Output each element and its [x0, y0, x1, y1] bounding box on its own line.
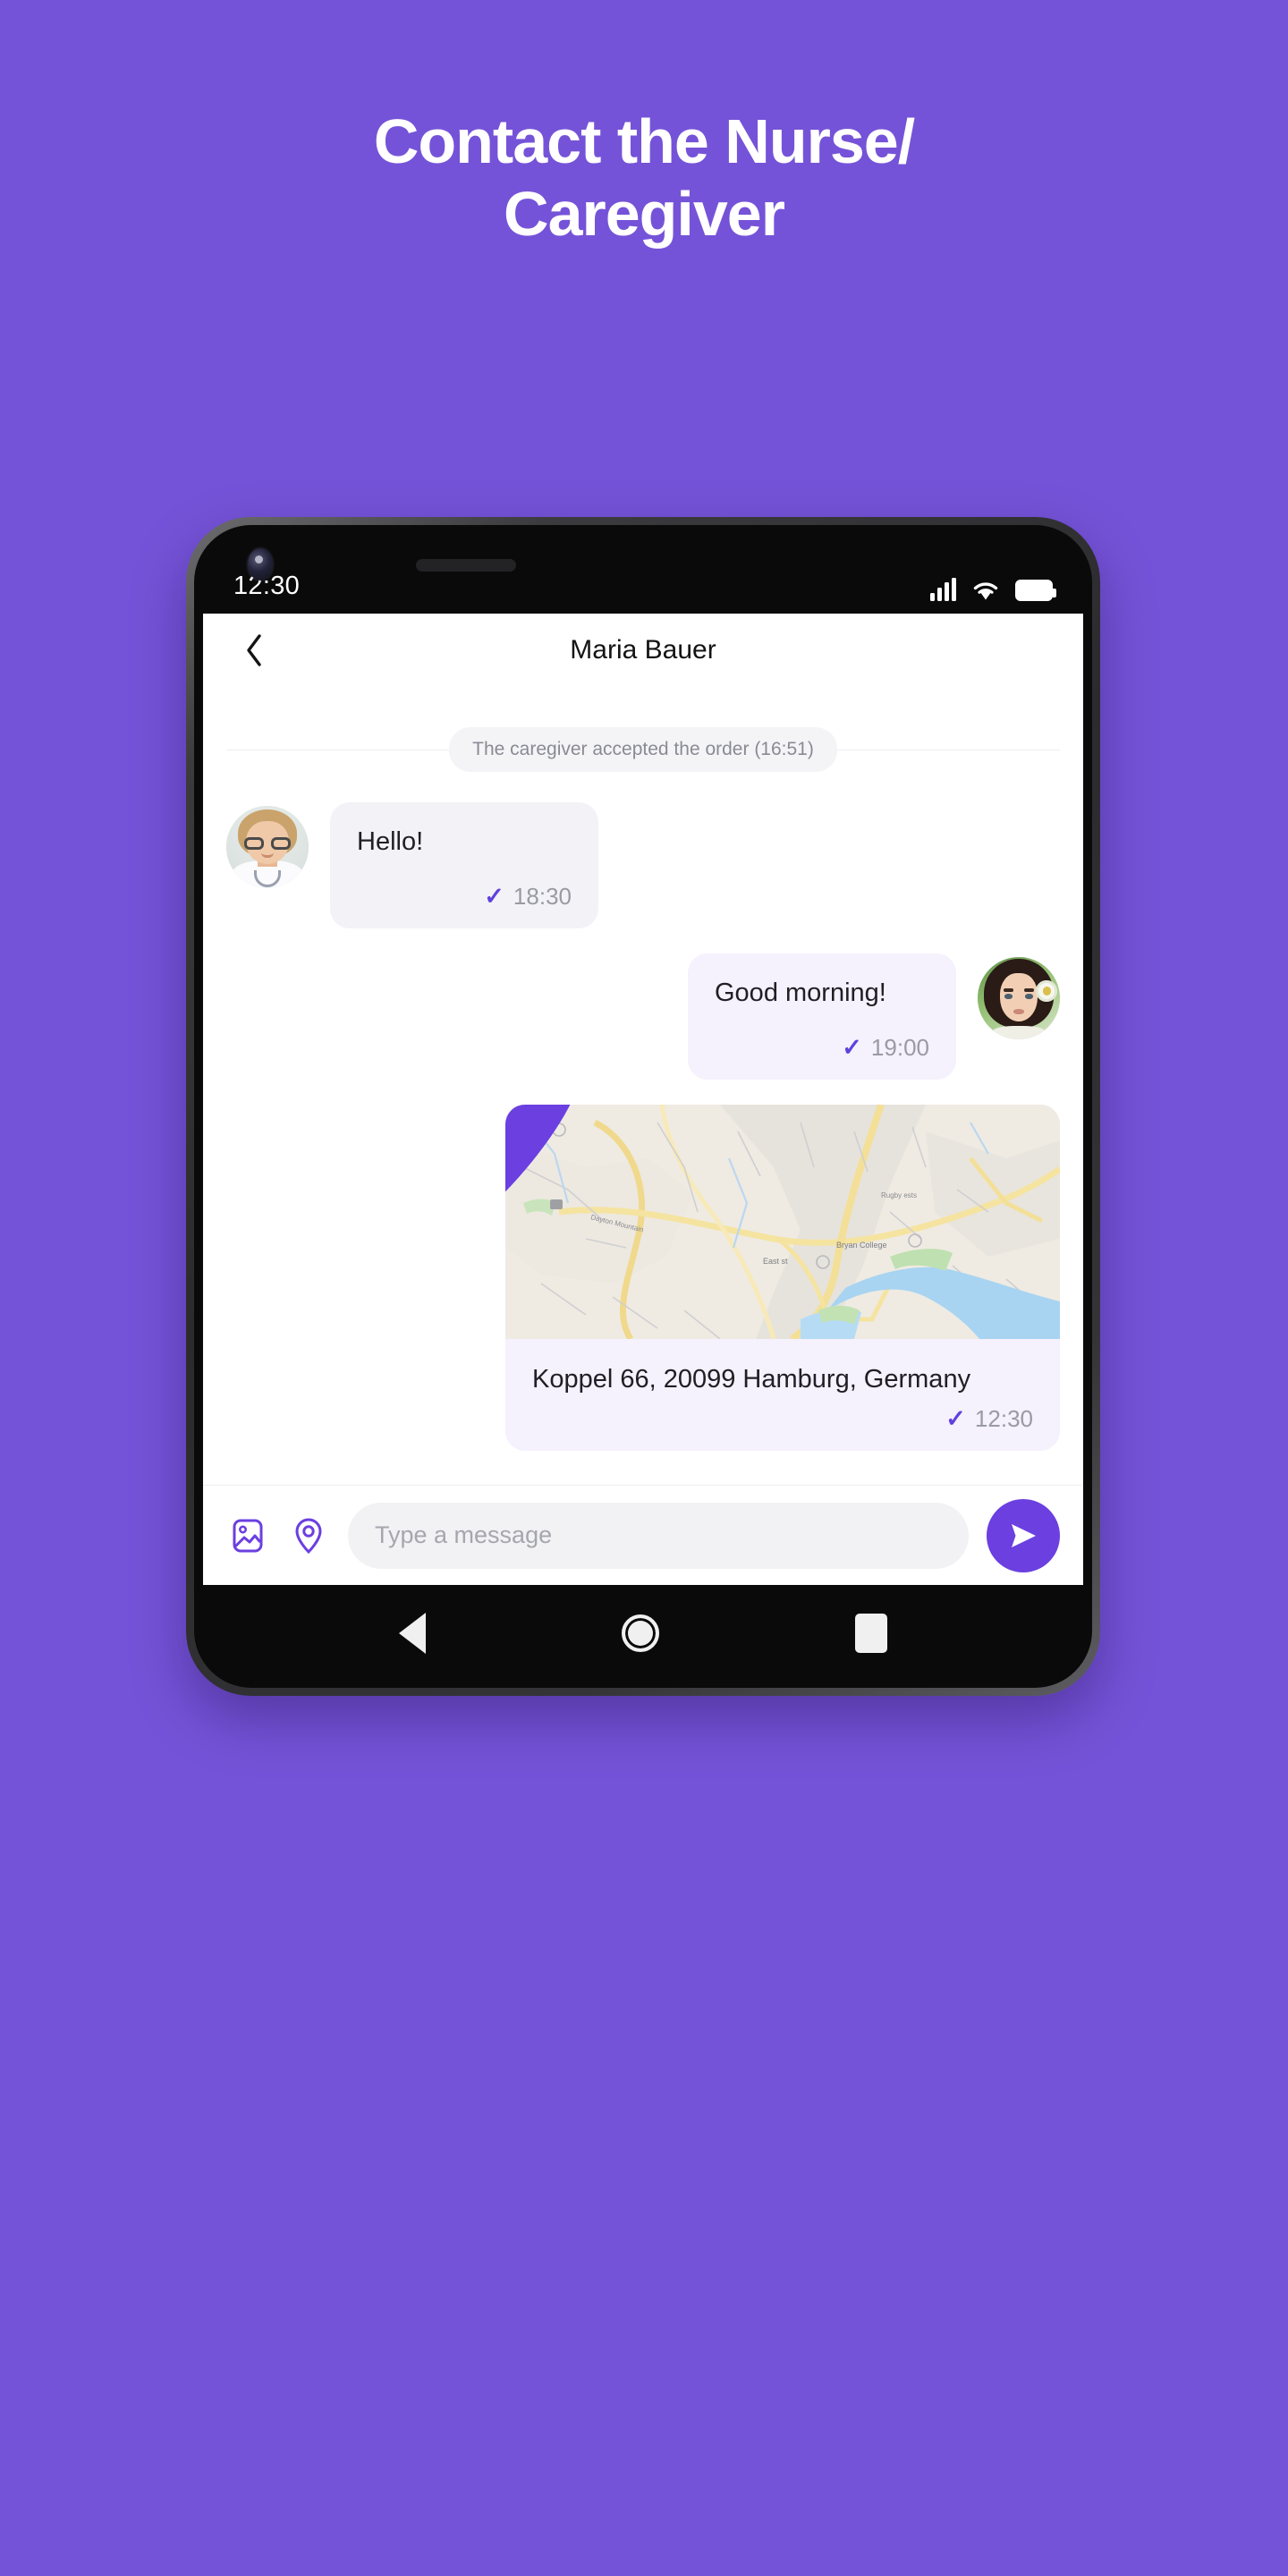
chat-message-list[interactable]: The caregiver accepted the order (16:51) — [203, 687, 1083, 1485]
page-title-line-1: Contact the Nurse/ — [373, 106, 915, 176]
image-attachment-icon — [233, 1519, 263, 1552]
app-header: Maria Bauer — [203, 614, 1083, 687]
message-input[interactable] — [348, 1502, 969, 1569]
map-thumbnail[interactable]: Bryan College East st Rugby ests Dayton … — [505, 1104, 1060, 1339]
location-pin-icon — [295, 1517, 322, 1554]
android-recents-button[interactable] — [854, 1614, 887, 1653]
send-icon — [1012, 1523, 1036, 1547]
message-meta: ✓ 12:30 — [532, 1405, 1033, 1433]
image-attachment-button[interactable] — [226, 1514, 269, 1557]
location-card-body: Koppel 66, 20099 Hamburg, Germany ✓ 12:3… — [505, 1339, 1060, 1451]
system-message-pill: The caregiver accepted the order (16:51) — [449, 727, 837, 773]
svg-text:Rugby ests: Rugby ests — [881, 1191, 917, 1199]
message-bubble[interactable]: Hello! ✓ 18:30 — [330, 802, 598, 929]
battery-full-icon — [1015, 580, 1056, 601]
page-title: Contact the Nurse/ Caregiver — [0, 106, 1288, 250]
status-bar-icons — [930, 578, 1056, 601]
nurse-avatar[interactable] — [226, 806, 309, 889]
status-bar: 12:30 — [203, 531, 1083, 614]
check-icon: ✓ — [484, 883, 504, 911]
location-attachment-button[interactable] — [287, 1514, 330, 1557]
phone-bezel: 12:30 Maria Bauer The caregiver accepted… — [194, 525, 1092, 1688]
system-message-row: The caregiver accepted the order (16:51) — [226, 727, 1060, 773]
header-title: Maria Bauer — [570, 635, 716, 665]
android-back-button[interactable] — [399, 1613, 427, 1654]
message-meta: ✓ 19:00 — [715, 1034, 929, 1062]
map-pin-icon — [505, 1104, 571, 1192]
android-back-icon — [399, 1613, 427, 1654]
cellular-signal-icon — [930, 578, 956, 601]
message-composer — [203, 1485, 1083, 1585]
client-avatar[interactable] — [978, 957, 1060, 1040]
location-message-card[interactable]: Bryan College East st Rugby ests Dayton … — [505, 1104, 1060, 1451]
send-button[interactable] — [987, 1498, 1060, 1572]
android-nav-bar — [203, 1585, 1083, 1682]
chevron-left-icon — [247, 634, 261, 666]
status-bar-time: 12:30 — [233, 572, 301, 600]
svg-text:East st: East st — [763, 1257, 788, 1266]
svg-text:Bryan College: Bryan College — [836, 1241, 887, 1250]
message-time: 12:30 — [974, 1405, 1033, 1432]
check-icon: ✓ — [842, 1033, 862, 1061]
message-text: Hello! — [357, 827, 424, 857]
header-back-button[interactable] — [233, 630, 275, 671]
location-address-text: Koppel 66, 20099 Hamburg, Germany — [532, 1364, 971, 1394]
message-row-location: Bryan College East st Rugby ests Dayton … — [226, 1104, 1060, 1451]
android-recents-icon — [854, 1614, 887, 1653]
page-title-line-2: Caregiver — [504, 179, 785, 250]
message-bubble[interactable]: Good morning! ✓ 19:00 — [688, 953, 956, 1080]
message-time: 19:00 — [870, 1033, 929, 1061]
check-icon: ✓ — [945, 1405, 966, 1432]
message-time: 18:30 — [513, 883, 572, 911]
phone-mockup: 12:30 Maria Bauer The caregiver accepted… — [186, 517, 1100, 1696]
wifi-icon — [973, 582, 998, 600]
android-home-icon — [621, 1614, 659, 1652]
message-text: Good morning! — [715, 979, 886, 1008]
phone-screen: 12:30 Maria Bauer The caregiver accepted… — [203, 531, 1083, 1682]
message-row-outgoing: Good morning! ✓ 19:00 — [226, 953, 1060, 1080]
android-home-button[interactable] — [621, 1614, 659, 1652]
message-row-incoming: Hello! ✓ 18:30 — [226, 802, 1060, 929]
message-meta: ✓ 18:30 — [357, 883, 572, 911]
chat-app: Maria Bauer The caregiver accepted the o… — [203, 614, 1083, 1585]
